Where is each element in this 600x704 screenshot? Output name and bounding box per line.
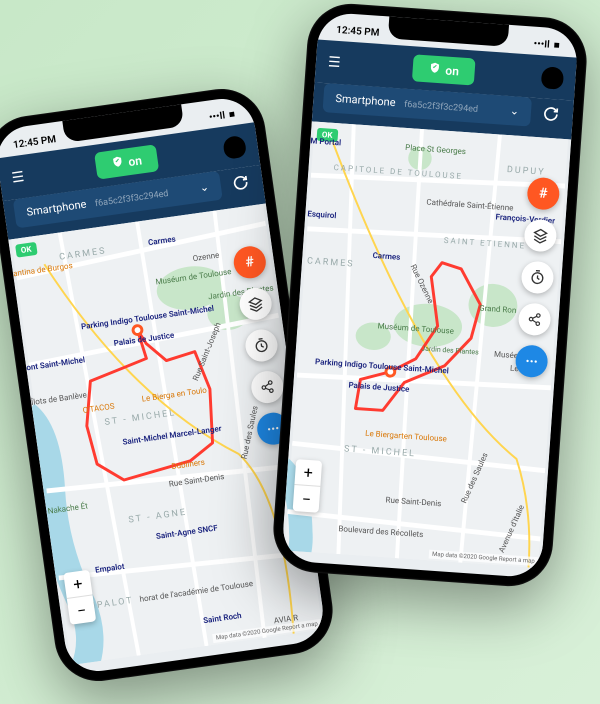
shield-icon — [428, 61, 441, 77]
hash-button[interactable]: # — [526, 177, 560, 211]
phone-mockup-right: 12:45 PM •••Il ■ ☰ on Smartphone f6a5c2f… — [270, 1, 589, 589]
zoom-out-button[interactable]: − — [293, 485, 321, 513]
layers-button[interactable] — [523, 218, 557, 252]
device-label: Smartphone — [26, 198, 87, 219]
zoom-in-button[interactable]: + — [63, 570, 92, 599]
on-label: on — [445, 63, 459, 78]
status-time: 12:45 PM — [12, 134, 56, 151]
zoom-in-button[interactable]: + — [294, 459, 322, 487]
refresh-button[interactable] — [227, 169, 254, 196]
profile-avatar-icon[interactable] — [541, 66, 564, 89]
battery-icon: ■ — [553, 40, 560, 51]
tracking-on-button[interactable]: on — [412, 54, 476, 85]
poi-carmes-m: Carmes — [372, 251, 400, 262]
menu-icon[interactable]: ☰ — [11, 168, 31, 186]
chevron-down-icon: ⌄ — [509, 104, 519, 118]
timer-button[interactable] — [520, 260, 554, 294]
profile-avatar-icon[interactable] — [222, 134, 247, 159]
map-view[interactable]: OK CAPITOLE DE TOULOUSE DUPUY SAINT ETIE… — [282, 121, 571, 568]
status-icons: •••Il ■ — [208, 108, 235, 123]
timer-button[interactable] — [243, 327, 279, 363]
status-icons: •••Il ■ — [533, 38, 560, 51]
map-view[interactable]: OK CARMES ST - MICHEL ST - AGNE EMPALOT … — [8, 204, 325, 666]
battery-icon: ■ — [228, 108, 236, 120]
screen: 12:45 PM •••Il ■ ☰ on Smartphone f6a5c2f… — [0, 95, 327, 676]
menu-icon[interactable]: ☰ — [327, 54, 346, 71]
device-id: f6a5c2f3f3c294ed — [94, 189, 169, 209]
hash-button[interactable]: # — [232, 244, 268, 280]
device-id: f6a5c2f3f3c294ed — [404, 100, 479, 115]
screen: 12:45 PM •••Il ■ ☰ on Smartphone f6a5c2f… — [281, 12, 579, 579]
status-time: 12:45 PM — [336, 24, 380, 38]
share-button[interactable] — [517, 302, 551, 336]
shield-icon — [110, 155, 124, 172]
signal-icon: •••Il — [208, 110, 225, 123]
chevron-down-icon: ⌄ — [199, 180, 210, 194]
zoom-out-button[interactable]: − — [67, 595, 96, 624]
layers-button[interactable] — [238, 286, 274, 322]
refresh-button[interactable] — [538, 101, 564, 127]
signal-icon: •••Il — [533, 38, 550, 50]
poi-esquirol: Esquirol — [307, 209, 337, 220]
device-label: Smartphone — [335, 92, 396, 109]
more-button[interactable] — [515, 344, 549, 378]
zoom-control: + − — [293, 459, 323, 513]
share-button[interactable] — [249, 369, 285, 405]
tracking-on-button[interactable]: on — [94, 144, 160, 179]
on-label: on — [127, 153, 142, 169]
